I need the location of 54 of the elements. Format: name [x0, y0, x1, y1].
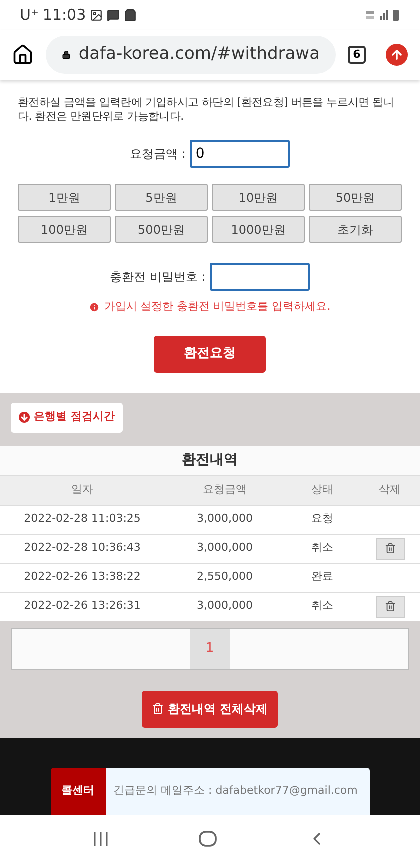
bank-hours-button[interactable]: 은행별 점검시간 — [11, 402, 123, 432]
carrier-label: U⁺ — [20, 4, 39, 26]
amount-cell-text: 3,000,000 — [196, 540, 254, 556]
amount-preset-button[interactable]: 초기화 — [309, 216, 402, 243]
history-title: 환전내역 — [0, 446, 420, 474]
amount-preset-button[interactable]: 100만원 — [18, 216, 111, 243]
call-center-tag: 콜센터 — [50, 768, 106, 815]
delete-button[interactable] — [376, 538, 404, 560]
home-icon[interactable] — [12, 44, 34, 66]
date-cell-text: 2022-02-26 13:38:22 — [23, 569, 142, 586]
password-label: 충환전 비밀번호 : — [110, 269, 206, 286]
status-cell-text: 취소 — [310, 540, 334, 556]
instruction-text: 환전하실 금액을 입력란에 기입하시고 하단의 [환전요청] 버튼을 누르시면 됩니다. 환전은 만원단위로 가능합니다. — [18, 96, 395, 124]
amount-preset-button[interactable]: 50만원 — [309, 184, 402, 211]
delete-button[interactable] — [376, 596, 404, 618]
column-header: 삭제 — [378, 482, 402, 498]
amount-preset-button[interactable]: 1000만원 — [212, 216, 305, 243]
recent-apps-icon[interactable] — [93, 832, 109, 846]
chat-icon — [107, 8, 120, 22]
contact-email-text: 긴급문의 메일주소 : dafabetkor77@gmail.com — [106, 768, 370, 815]
amount-preset-button[interactable]: 1만원 — [18, 184, 111, 211]
status-cell-text: 취소 — [310, 598, 334, 614]
date-cell-text: 2022-02-26 13:26:31 — [23, 598, 142, 614]
signal-icon — [366, 9, 400, 21]
update-icon[interactable] — [386, 44, 408, 66]
clock: 11:03 — [42, 4, 86, 26]
password-field[interactable] — [210, 263, 310, 291]
amount-label: 요청금액 : — [130, 146, 186, 163]
column-header: 상태 — [310, 482, 334, 498]
bag-icon — [124, 8, 138, 22]
amount-preset-button[interactable]: 5만원 — [115, 184, 208, 211]
delete-all-button[interactable]: 환전내역 전체삭제 — [142, 690, 278, 728]
tab-count-button[interactable]: 6 — [348, 46, 366, 64]
column-header: 요청금액 — [202, 482, 248, 498]
date-cell-text: 2022-02-28 10:36:43 — [23, 540, 142, 556]
amount-preset-button[interactable]: 500만원 — [115, 216, 208, 243]
home-button-icon[interactable] — [199, 831, 217, 847]
password-hint: 가입시 설정한 충환전 비밀번호를 입력하세요. — [104, 299, 331, 315]
amount-field[interactable]: 0 — [190, 140, 290, 168]
image-icon — [90, 8, 104, 22]
amount-cell-text: 3,000,000 — [196, 598, 254, 614]
amount-cell-text: 2,550,000 — [196, 569, 254, 586]
info-icon — [89, 302, 100, 313]
address-bar[interactable]: dafa-korea.com/#withdrawa — [46, 36, 336, 74]
trash-icon — [152, 703, 164, 715]
trash-icon — [384, 543, 396, 554]
status-cell-text: 완료 — [310, 569, 334, 586]
status-cell-text: 요청 — [310, 511, 334, 528]
trash-icon — [384, 601, 396, 612]
amount-cell-text: 3,000,000 — [196, 511, 254, 528]
amount-preset-button[interactable]: 10만원 — [212, 184, 305, 211]
column-header: 일자 — [70, 482, 94, 498]
date-cell-text: 2022-02-28 11:03:25 — [23, 511, 142, 528]
withdraw-request-button[interactable]: 환전요청 — [154, 336, 266, 372]
